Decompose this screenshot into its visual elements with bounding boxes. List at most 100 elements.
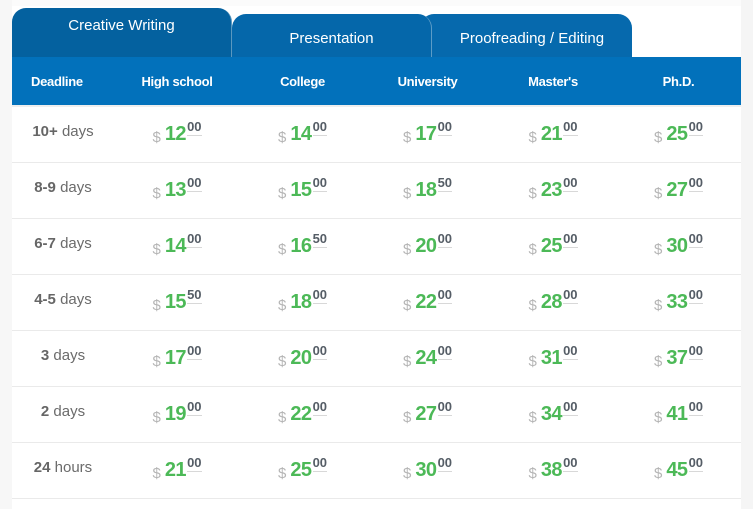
price-cents: 50 (187, 286, 202, 304)
currency-symbol: $ (528, 184, 537, 202)
price-cell-phd: $4500 (616, 442, 741, 498)
currency-symbol: $ (528, 408, 537, 426)
price-integer: 27 (666, 178, 688, 201)
deadline-label: 4-5 days (12, 291, 114, 308)
pricing-widget: Creative Writing Presentation Proofreadi… (12, 8, 741, 499)
price-cents: 00 (563, 286, 578, 304)
price: $2800 (528, 286, 578, 314)
currency-symbol: $ (277, 296, 287, 314)
price-integer: 15 (290, 178, 312, 201)
deadline-number: 6-7 (34, 234, 56, 252)
price-cents: 00 (563, 454, 578, 472)
tab-presentation[interactable]: Presentation (232, 14, 432, 57)
deadline-cell: 6-7 days (12, 218, 114, 274)
price-cents: 00 (688, 454, 704, 472)
currency-symbol: $ (653, 352, 663, 370)
tab-proofreading-editing[interactable]: Proofreading / Editing (420, 14, 632, 57)
deadline-cell: 24 hours (12, 442, 114, 498)
price-integer: 15 (164, 290, 187, 313)
price: $3000 (403, 454, 453, 482)
currency-symbol: $ (528, 352, 537, 370)
table-row: 3 days $1700 $2000 $2400 $3100 $3700 (12, 330, 741, 386)
price: $3800 (528, 454, 578, 482)
price-integer: 30 (415, 458, 437, 481)
price: $2100 (152, 454, 202, 482)
header-deadline: Deadline (31, 73, 83, 89)
currency-symbol: $ (152, 240, 161, 258)
header-masters: Master's (528, 73, 578, 89)
currency-symbol: $ (528, 296, 537, 314)
table-row: 8-9 days $1300 $1500 $1850 $2300 $2700 (12, 162, 741, 218)
deadline-label: 6-7 days (12, 235, 114, 252)
price-integer: 37 (666, 346, 688, 369)
table-row: 4-5 days $1550 $1800 $2200 $2800 $3300 (12, 274, 741, 330)
price-cents: 00 (312, 174, 328, 192)
price-cents: 00 (312, 398, 328, 416)
price-integer: 28 (540, 290, 563, 313)
price-cell-high-school: $1700 (114, 330, 240, 386)
currency-symbol: $ (152, 184, 161, 202)
price-cents: 00 (688, 230, 704, 248)
deadline-unit: hours (54, 458, 93, 476)
currency-symbol: $ (152, 352, 161, 370)
price-integer: 22 (415, 290, 437, 313)
price: $1700 (152, 342, 202, 370)
price-integer: 27 (415, 402, 437, 425)
price-cell-high-school: $1400 (114, 218, 240, 274)
currency-symbol: $ (402, 296, 412, 314)
price: $2000 (402, 230, 453, 258)
deadline-label: 3 days (12, 347, 114, 364)
price-cell-phd: $2700 (616, 162, 741, 218)
price-cell-phd: $3700 (616, 330, 741, 386)
price-cell-masters: $3100 (490, 330, 616, 386)
deadline-unit: days (53, 402, 86, 420)
tab-creative-writing[interactable]: Creative Writing (12, 8, 232, 57)
header-high-school: High school (141, 73, 213, 89)
price-integer: 45 (666, 458, 688, 481)
price-cell-university: $1700 (365, 106, 490, 162)
price-integer: 20 (415, 234, 437, 257)
service-tabs: Creative Writing Presentation Proofreadi… (12, 8, 741, 57)
currency-symbol: $ (277, 184, 287, 202)
price: $2200 (278, 398, 328, 426)
price-cents: 00 (187, 398, 202, 416)
price-integer: 38 (540, 458, 563, 481)
table-row: 10+ days $1200 $1400 $1700 $2100 $2500 (12, 106, 741, 162)
table-row: 6-7 days $1400 $1650 $2000 $2500 $3000 (12, 218, 741, 274)
currency-symbol: $ (653, 184, 663, 202)
price-integer: 17 (415, 122, 437, 145)
deadline-cell: 8-9 days (12, 162, 114, 218)
price-cell-university: $2700 (365, 386, 490, 442)
price: $2500 (277, 454, 328, 482)
price-integer: 21 (164, 458, 187, 481)
price-cents: 00 (187, 342, 202, 360)
header-university: University (397, 73, 458, 89)
price-integer: 30 (666, 234, 688, 257)
deadline-cell: 10+ days (12, 106, 114, 162)
price-cents: 00 (187, 118, 202, 136)
price-cell-college: $1400 (240, 106, 365, 162)
price-cents: 00 (563, 118, 578, 136)
currency-symbol: $ (277, 464, 287, 482)
price-integer: 17 (164, 346, 187, 369)
deadline-cell: 2 days (12, 386, 114, 442)
price: $2400 (403, 342, 453, 370)
currency-symbol: $ (653, 240, 663, 258)
page-background (0, 0, 753, 6)
price: $1850 (403, 174, 453, 202)
currency-symbol: $ (653, 128, 663, 146)
price-cell-phd: $2500 (616, 106, 741, 162)
price-cell-university: $3000 (365, 442, 490, 498)
currency-symbol: $ (402, 240, 412, 258)
price-integer: 22 (290, 402, 312, 425)
price: $3700 (653, 342, 704, 370)
deadline-cell: 4-5 days (12, 274, 114, 330)
price-cents: 00 (563, 230, 578, 248)
price-integer: 31 (540, 346, 563, 369)
price-table-header: Deadline High school College University … (12, 57, 741, 106)
price: $1300 (152, 174, 202, 202)
price-integer: 34 (540, 402, 563, 425)
price-cell-college: $1500 (240, 162, 365, 218)
price-cell-masters: $3800 (490, 442, 616, 498)
price-cents: 00 (312, 454, 328, 472)
